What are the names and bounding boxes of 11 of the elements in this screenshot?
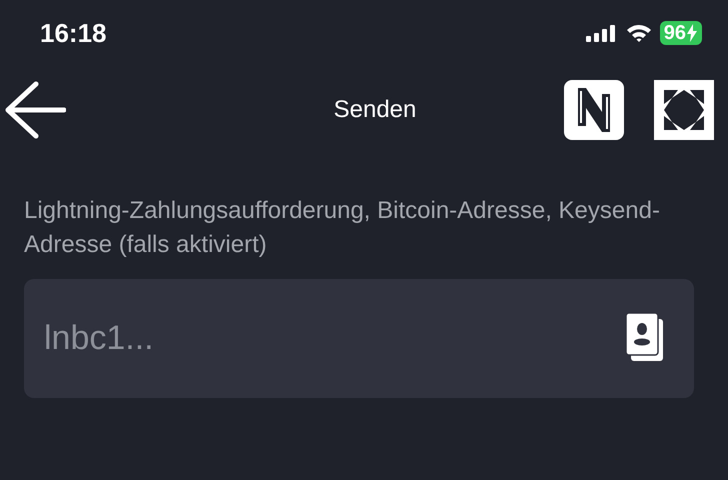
wifi-icon: [626, 23, 652, 43]
address-label: Lightning-Zahlungsaufforderung, Bitcoin-Adresse, Keysend-Adresse (falls aktiviert): [24, 196, 661, 260]
screen-title: Senden: [334, 96, 416, 124]
status-time: 16:18: [40, 18, 106, 48]
signal-icon: [586, 24, 618, 42]
scan-icon[interactable]: [654, 80, 714, 140]
battery-indicator: 96: [660, 21, 702, 45]
nfc-icon[interactable]: [564, 80, 624, 140]
address-field[interactable]: lnbc1...: [24, 279, 694, 398]
contacts-icon[interactable]: [626, 313, 664, 363]
back-arrow-icon[interactable]: [4, 81, 66, 139]
